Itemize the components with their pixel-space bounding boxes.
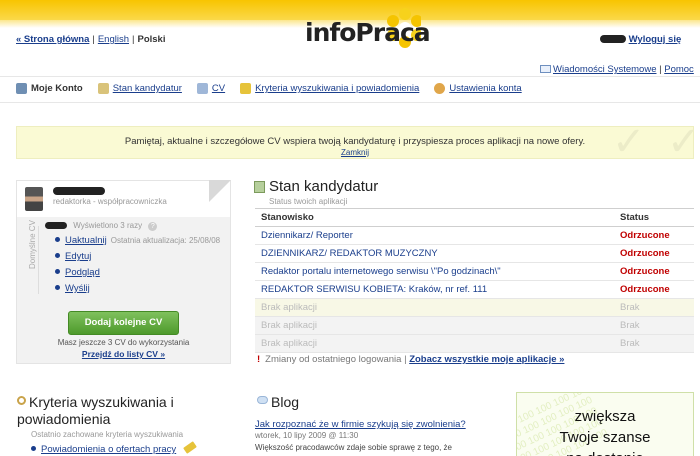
criteria-heading: Kryteria wyszukiwania i powiadomienia <box>17 394 174 427</box>
infopraca-logo[interactable]: infoPraca <box>303 6 431 56</box>
cv-notice: ✓ ✓ Pamiętaj, aktualne i szczegółowe CV … <box>16 120 700 164</box>
add-cv-button[interactable]: Dodaj kolejne CV <box>68 311 179 335</box>
position-cell[interactable]: Dziennikarz/ Reporter <box>255 226 614 245</box>
job-alerts-link[interactable]: Powiadomienia o ofertach pracy <box>41 444 176 455</box>
status-cell: Odrzucone <box>614 226 694 245</box>
cv-preview-link[interactable]: Podgląd <box>65 267 100 278</box>
cv-views: Wyświetlono 3 razy ? <box>45 221 158 231</box>
nav-divider-bottom <box>0 102 700 103</box>
blog-post-date: wtorek, 10 lipy 2009 @ 11:30 <box>255 431 359 440</box>
table-row-empty: Brak aplikacji Brak <box>255 316 694 335</box>
blog-heading: Blog <box>257 394 299 410</box>
system-links: Wiadomości Systemowe | Pomoc <box>540 64 694 75</box>
profile-name-redacted <box>53 186 105 197</box>
system-messages-link[interactable]: Wiadomości Systemowe <box>553 64 656 75</box>
avatar <box>25 187 43 211</box>
user-logout: Wyloguj się <box>600 34 681 45</box>
logout-link[interactable]: Wyloguj się <box>629 34 682 45</box>
status-subtitle: Status twoich aplikacji <box>269 197 348 206</box>
alert-icon: ! <box>257 354 261 365</box>
bullet-icon <box>55 237 60 242</box>
edit-pencil-icon[interactable] <box>183 441 198 454</box>
main-nav: Moje Konto Stan kandydatur CV Kryteria w… <box>16 83 537 94</box>
notice-text: Pamiętaj, aktualne i szczegółowe CV wspi… <box>124 136 586 147</box>
changes-text: Zmiany od ostatniego logowania <box>265 354 402 365</box>
all-applications-link[interactable]: Zobacz wszystkie moje aplikacje » <box>409 354 564 365</box>
criteria-item: Powiadomienia o ofertach pracy <box>31 441 198 455</box>
table-row[interactable]: REDAKTOR SERWISU KOBIETA: Kraków, nr ref… <box>255 280 694 299</box>
bullet-icon <box>55 269 60 274</box>
table-row[interactable]: Redaktor portalu internetowego serwisu \… <box>255 262 694 281</box>
language-bar: « Strona główna | English | Polski <box>16 34 166 45</box>
nav-applications[interactable]: Stan kandydatur <box>97 83 182 94</box>
nav-my-account[interactable]: Moje Konto <box>16 83 83 94</box>
cv-list-link-wrap: Przejdź do listy CV » <box>17 349 230 359</box>
default-cv-label: Domyślne CV <box>28 220 37 269</box>
table-row[interactable]: Dziennikarz/ Reporter Odrzucone <box>255 226 694 245</box>
position-cell[interactable]: DZIENNIKARZ/ REDAKTOR MUZYCZNY <box>255 244 614 263</box>
nav-account-settings[interactable]: Ustawienia konta <box>434 83 522 94</box>
english-link[interactable]: English <box>98 34 129 45</box>
criteria-subtitle: Ostatnio zachowane kryteria wyszukiwania <box>31 430 184 439</box>
cv-send-link[interactable]: Wyślij <box>65 283 90 294</box>
page-curl <box>209 180 231 202</box>
cv-name-redacted <box>45 222 67 230</box>
help-icon[interactable]: ? <box>148 222 158 231</box>
table-row[interactable]: DZIENNIKARZ/ REDAKTOR MUZYCZNY Odrzucone <box>255 244 694 263</box>
nav-divider-top <box>0 76 700 77</box>
cv-edit-link[interactable]: Edytuj <box>65 251 91 262</box>
cv-update-link[interactable]: Uaktualnij <box>65 235 107 246</box>
profile-role: redaktorka - współpracowniczka <box>53 197 167 206</box>
nav-cv[interactable]: CV <box>196 83 225 94</box>
bullet-icon <box>55 253 60 258</box>
changes-line: ! Zmiany od ostatniego logowania | Zobacz… <box>257 354 565 365</box>
bullet-icon <box>55 285 60 290</box>
document-icon <box>254 180 265 193</box>
position-cell[interactable]: Redaktor portalu internetowego serwisu \… <box>255 262 614 281</box>
cv-remaining: Masz jeszcze 3 CV do wykorzystania <box>57 338 190 347</box>
speech-bubble-icon <box>257 396 268 404</box>
table-row-empty: Brak aplikacji Brak <box>255 298 694 317</box>
home-link[interactable]: « Strona główna <box>16 34 89 45</box>
magnifier-icon <box>17 396 26 405</box>
ad-banner[interactable]: 100 100 100 100 100 100 100 100 100 100 10… <box>516 392 694 456</box>
help-link[interactable]: Pomoc <box>664 64 694 75</box>
col-status-header: Status <box>614 208 694 227</box>
logo-text: infoPraca <box>305 18 431 47</box>
check-icon: ✓ <box>667 120 700 164</box>
table-row-empty: Brak aplikacji Brak <box>255 334 694 353</box>
table-header: Stanowisko Status <box>255 208 694 227</box>
cv-list-link[interactable]: Przejdź do listy CV » <box>82 349 165 359</box>
col-position-header: Stanowisko <box>255 208 614 227</box>
bullet-icon <box>31 446 36 451</box>
check-icon: ✓ <box>612 120 646 164</box>
ad-text: zwiększa Twoje szanse na dostanie <box>559 408 651 456</box>
status-cell: Odrzucone <box>614 280 694 299</box>
cv-menu: Uaktualnij Ostatnia aktualizacja: 25/08/0… <box>55 233 220 297</box>
status-cell: Odrzucone <box>614 244 694 263</box>
nav-search-criteria[interactable]: Kryteria wyszukiwania i powiadomienia <box>240 83 419 94</box>
position-cell[interactable]: REDAKTOR SERWISU KOBIETA: Kraków, nr ref… <box>255 280 614 299</box>
status-cell: Odrzucone <box>614 262 694 281</box>
vertical-divider <box>38 226 39 294</box>
status-heading: Stan kandydatur <box>254 178 378 195</box>
blog-post-link[interactable]: Jak rozpoznać że w firmie szykują się zw… <box>255 419 466 430</box>
polish-current: Polski <box>137 34 166 45</box>
notice-close-link[interactable]: Zamknij <box>17 148 693 157</box>
applications-table: Stanowisko Status Dziennikarz/ Reporter O… <box>255 208 694 353</box>
monitor-icon <box>16 83 27 94</box>
username-redacted <box>600 35 626 44</box>
blog-post-excerpt: Większość pracodawców zdaje sobie sprawę… <box>255 443 452 452</box>
document-icon <box>97 83 109 94</box>
envelope-icon <box>540 65 551 73</box>
pencil-icon <box>240 83 252 94</box>
settings-icon <box>434 83 446 94</box>
profile-panel: redaktorka - współpracowniczka Domyślne … <box>16 180 231 364</box>
cv-updated: Ostatnia aktualizacja: 25/08/08 <box>110 236 221 245</box>
cv-icon <box>196 83 208 94</box>
